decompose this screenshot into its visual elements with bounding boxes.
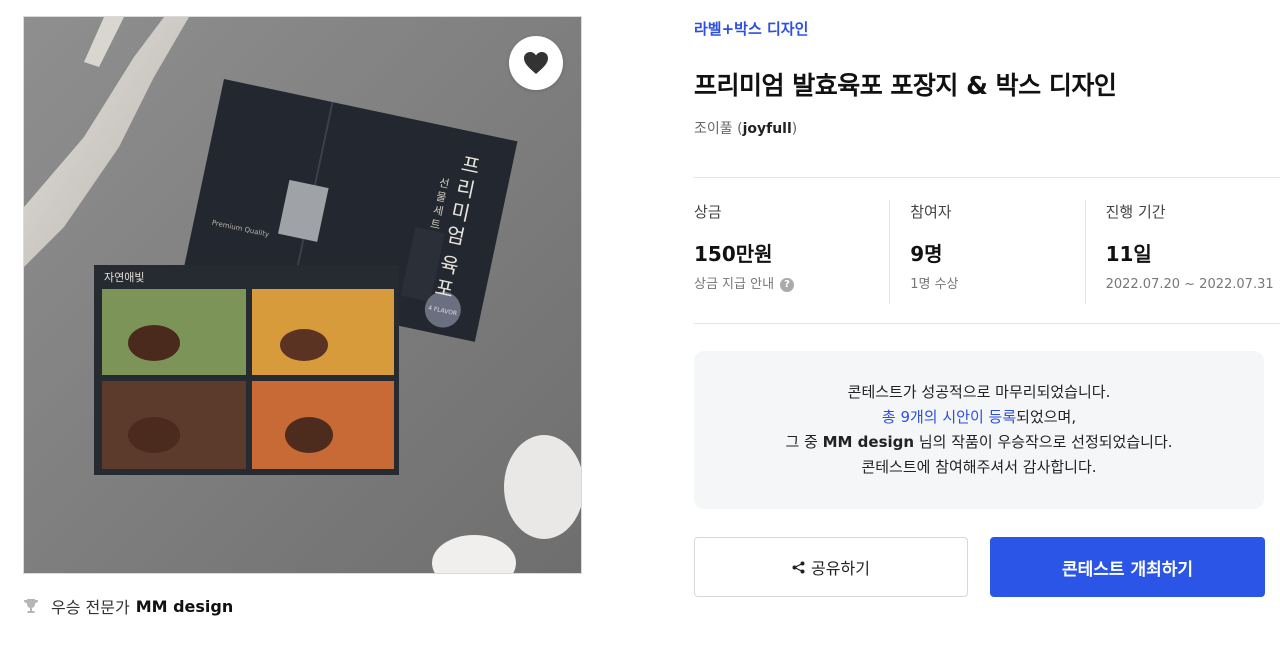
contest-title: 프리미엄 발효육포 포장지 & 박스 디자인 (694, 71, 1117, 100)
stat-participants-label: 참여자 (910, 203, 952, 221)
notice-line-1: 콘테스트가 성공적으로 마무리되었습니다. (847, 383, 1111, 401)
like-button[interactable] (509, 36, 563, 90)
notice-line-2: 총 9개의 시안이 등록되었으며, (882, 405, 1076, 430)
notice-line-3: 그 중 MM design 님의 작품이 우승작으로 선정되었습니다. (785, 430, 1172, 455)
stat-participants: 참여자 9명 1명 수상 (889, 200, 1084, 304)
stat-prize-label: 상금 (694, 203, 722, 221)
share-icon (792, 561, 805, 573)
stat-prize: 상금 150만원 상금 지급 안내 ? (694, 200, 889, 304)
host-handle[interactable]: joyfull (743, 121, 792, 137)
divider (694, 177, 1280, 178)
winner-info: 우승 전문가 MM design (23, 594, 233, 618)
divider (694, 323, 1280, 324)
stat-period: 진행 기간 11일 2022.07.20 ~ 2022.07.31 (1084, 200, 1280, 304)
winner-prefix: 우승 전문가 (51, 598, 130, 617)
stat-participants-sub: 1명 수상 (910, 277, 959, 292)
submissions-link[interactable]: 총 9개의 시안이 등록 (882, 408, 1016, 426)
contest-result-notice: 콘테스트가 성공적으로 마무리되었습니다. 총 9개의 시안이 등록되었으며, … (694, 351, 1264, 509)
share-button-label: 공유하기 (811, 559, 870, 578)
help-icon[interactable]: ? (780, 278, 795, 292)
notice-line-2-rest: 되었으며, (1016, 408, 1077, 426)
notice-line-4: 콘테스트에 참여해주셔서 감사합니다. (861, 458, 1097, 476)
notice-winner-name: MM design (822, 433, 915, 451)
heart-icon (524, 52, 548, 74)
notice-line-3-pre: 그 중 (785, 433, 823, 451)
stat-participants-value: 9명 (910, 242, 943, 266)
share-button[interactable]: 공유하기 (694, 537, 968, 597)
stat-prize-value: 150만원 (694, 242, 773, 266)
prize-payment-guide-label: 상금 지급 안내 (694, 277, 775, 292)
stat-period-label: 진행 기간 (1105, 203, 1166, 221)
stat-period-dates: 2022.07.20 ~ 2022.07.31 (1105, 277, 1274, 292)
host-contest-button[interactable]: 콘테스트 개최하기 (990, 537, 1265, 597)
prize-payment-guide[interactable]: 상금 지급 안내 ? (694, 276, 889, 294)
contest-stats: 상금 150만원 상금 지급 안내 ? 참여자 9명 1명 수상 진행 기간 1… (694, 200, 1280, 304)
stat-period-value: 11일 (1105, 242, 1152, 266)
contest-category[interactable]: 라벨+박스 디자인 (694, 18, 808, 39)
host-name: 조이풀 (694, 121, 733, 137)
product-photo: 4 FLAVOR 프 리 미 엄 육 포 선 물 세 트 Premium Qua… (24, 17, 581, 573)
host-info: 조이풀 (joyfull) (694, 118, 797, 138)
product-image[interactable]: 4 FLAVOR 프 리 미 엄 육 포 선 물 세 트 Premium Qua… (23, 16, 582, 574)
host-paren-close: ) (791, 121, 798, 137)
trophy-icon (24, 599, 38, 613)
winner-name[interactable]: MM design (136, 597, 234, 616)
svg-text:자연애빛: 자연애빛 (104, 271, 144, 284)
notice-line-3-post: 님의 작품이 우승작으로 선정되었습니다. (914, 433, 1173, 451)
